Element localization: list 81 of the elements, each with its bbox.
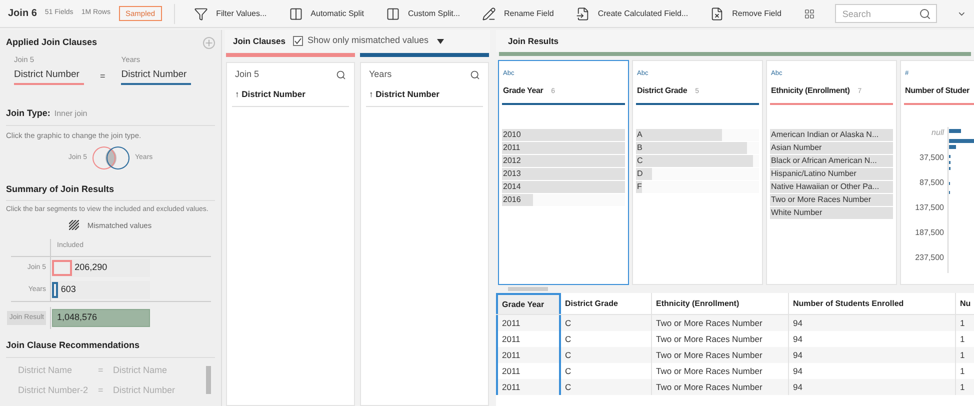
bar-value: 603 [60, 283, 76, 296]
search-icon [918, 8, 931, 20]
value-bar[interactable]: B [636, 142, 747, 154]
search-field[interactable]: Search [835, 4, 937, 23]
scrollbar[interactable] [206, 366, 211, 394]
layout-icon[interactable] [804, 6, 816, 20]
pencil-icon [482, 6, 496, 20]
field-name: District Grade [637, 84, 688, 97]
sort-field[interactable]: ↑ District Number [232, 88, 349, 100]
value-bar[interactable]: F [636, 181, 642, 194]
checkmark-icon [294, 37, 302, 45]
bar-value: 206,290 [74, 261, 108, 274]
scrollbar[interactable] [508, 287, 548, 291]
section-title: Join Clause Recommendations [6, 340, 140, 350]
toolbar-button[interactable]: Custom Split... [379, 6, 468, 20]
value-bar[interactable]: C [636, 155, 753, 168]
field-name: Number of Studer [905, 84, 970, 97]
sort-field[interactable]: ↑ District Number [366, 88, 483, 100]
column-header[interactable]: District Grade [561, 293, 652, 314]
value-bar[interactable]: 2014 [502, 181, 625, 194]
column-header[interactable]: Grade Year [496, 293, 561, 314]
column-header[interactable]: Number of Students Enrolled [789, 293, 956, 314]
split-icon [288, 6, 303, 20]
join-type-value: Inner join [54, 108, 88, 120]
value-bar[interactable]: D [636, 168, 652, 180]
value-bar[interactable]: 2016 [502, 194, 533, 206]
value-bar[interactable]: 2013 [502, 168, 625, 180]
column-header[interactable]: Nu [956, 293, 974, 314]
venn-diagram-drawing[interactable] [91, 144, 132, 171]
search-icon[interactable] [336, 70, 346, 80]
list-title: Join 5 [235, 68, 260, 81]
value-bar[interactable]: 2011 [502, 142, 625, 154]
toolbar-button[interactable]: Automatic Split [282, 6, 372, 20]
dropdown-icon[interactable] [436, 38, 444, 44]
table-cell: Two or More Races Number [652, 379, 789, 395]
field-name: Ethnicity (Enrollment) [771, 84, 850, 97]
search-icon[interactable] [470, 70, 480, 80]
bar-segment[interactable] [52, 282, 58, 298]
table-cell: 94 [789, 379, 956, 395]
document-icon [576, 6, 590, 20]
value-bar[interactable]: Two or More Races Number [770, 194, 893, 206]
value-bar[interactable]: A [636, 129, 722, 142]
split-icon [386, 6, 400, 20]
toolbar-button[interactable]: Create Calculated Field... [568, 6, 696, 20]
step-title: Join 6 [8, 7, 37, 21]
value-bar[interactable]: 2012 [502, 155, 625, 168]
panel-title: Join Results [508, 34, 559, 48]
toolbar-button[interactable]: Filter Values... [187, 6, 274, 20]
field-name: Grade Year [503, 84, 544, 97]
field-name[interactable]: District Number [14, 68, 84, 85]
axis-label: 187,500 [915, 226, 944, 239]
value-bar[interactable]: Asian Number [770, 142, 893, 154]
toolbar-button[interactable]: Remove Field [703, 6, 788, 20]
value-bar[interactable]: White Number [770, 207, 893, 220]
operator: = [99, 70, 106, 82]
axis-label: 237,500 [915, 252, 944, 264]
value-bar[interactable]: Native Hawaiian or Other Pa... [770, 181, 893, 194]
result-bar[interactable]: 1,048,576 [52, 309, 150, 327]
axis-label: 87,500 [920, 176, 944, 189]
value-bar[interactable]: Black or African American N... [770, 155, 893, 168]
section-title: Summary of Join Results [6, 184, 114, 194]
axis-label: 137,500 [915, 202, 944, 214]
section-title: Applied Join Clauses [6, 36, 98, 49]
filter-icon [194, 6, 208, 20]
value-bar[interactable]: 2010 [502, 129, 625, 142]
table-cell: 1 [956, 379, 974, 395]
value-bar[interactable]: Hispanic/Latino Number [770, 168, 893, 180]
list-title: Years [369, 68, 392, 81]
table-cell: C [561, 379, 652, 395]
value-bar[interactable]: American Indian or Alaska N... [770, 129, 893, 142]
hatch-icon [69, 220, 80, 230]
panel-title: Join Clauses [233, 34, 286, 48]
axis-label: 37,500 [920, 152, 944, 164]
section-title: Join Type: [6, 107, 50, 120]
field-name[interactable]: District Number [121, 68, 192, 85]
mismatch-checkbox[interactable]: Show only mismatched values [293, 34, 428, 48]
axis-label: null [932, 126, 944, 139]
table-cell: 2011 [496, 379, 561, 395]
document-x-icon [710, 6, 724, 20]
column-header[interactable]: Ethnicity (Enrollment) [652, 293, 789, 314]
toolbar-button[interactable]: Rename Field [475, 6, 561, 20]
